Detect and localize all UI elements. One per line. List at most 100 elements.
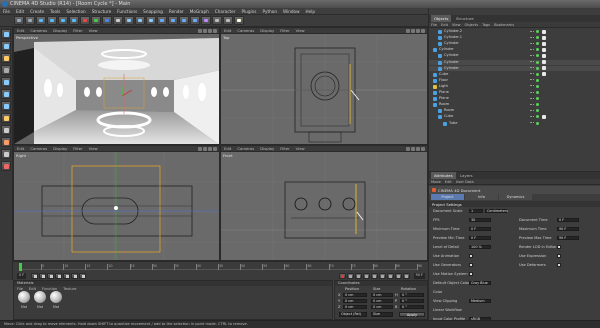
zoom-icon[interactable] <box>203 29 207 33</box>
attr-menu-edit[interactable]: Edit <box>443 179 454 185</box>
visibility-dots[interactable] <box>530 122 534 124</box>
prev-key-icon[interactable] <box>39 273 47 279</box>
coord-size-field[interactable]: 0 cm <box>371 292 393 297</box>
polygons-mode-icon[interactable] <box>1 101 11 111</box>
visibility-dots[interactable] <box>530 109 534 112</box>
orbit-icon[interactable] <box>208 29 212 33</box>
next-frame-icon[interactable] <box>63 273 71 279</box>
zoom-icon[interactable] <box>411 29 415 33</box>
menu-edit[interactable]: Edit <box>13 8 27 15</box>
end-frame-field[interactable]: 90 F <box>413 273 425 279</box>
pan-icon[interactable] <box>406 147 410 151</box>
attr-checkbox-2[interactable] <box>557 254 561 258</box>
attr-checkbox[interactable] <box>469 272 473 276</box>
object-row[interactable]: Room <box>429 102 600 108</box>
coord-size-field[interactable]: 0 cm <box>371 304 393 309</box>
attr-checkbox[interactable] <box>469 254 473 258</box>
object-row[interactable]: Floor <box>429 78 600 84</box>
undo-icon[interactable] <box>14 16 24 25</box>
pan-icon[interactable] <box>198 29 202 33</box>
enabled-check[interactable] <box>536 36 539 40</box>
material-tag-icon[interactable] <box>542 72 546 77</box>
attr-value-field[interactable]: 100 % <box>469 244 491 249</box>
camera-icon[interactable] <box>223 16 233 25</box>
menu-create[interactable]: Create <box>27 8 47 15</box>
timeline-ruler[interactable]: 051015202530354045505560657075808590 <box>19 263 422 271</box>
schematic-icon[interactable] <box>402 273 410 279</box>
attr-unit-field[interactable]: Centimeters <box>485 208 508 213</box>
go-to-end-icon[interactable] <box>79 273 87 279</box>
enabled-check[interactable] <box>536 66 539 70</box>
enabled-check[interactable] <box>536 97 539 101</box>
orbit-icon[interactable] <box>416 29 420 33</box>
current-frame-field[interactable]: 0 F <box>17 273 27 279</box>
om-menu-bookmarks[interactable]: Bookmarks <box>492 22 516 28</box>
object-row[interactable]: Cylinder.2 <box>429 29 600 35</box>
orbit-icon[interactable] <box>208 147 212 151</box>
om-menu-tags[interactable]: Tags <box>480 22 492 28</box>
select-icon[interactable] <box>69 16 79 25</box>
subtab-info[interactable]: Info <box>465 194 498 200</box>
enabled-check[interactable] <box>536 115 539 119</box>
scale-icon[interactable] <box>58 16 68 25</box>
enabled-check[interactable] <box>536 91 539 94</box>
tab-attributes[interactable]: Attributes <box>431 172 456 179</box>
subtab-project-settings[interactable]: Project Settings <box>431 194 464 205</box>
menu-file[interactable]: File <box>0 8 13 15</box>
visibility-dots[interactable] <box>530 97 534 100</box>
enabled-check[interactable] <box>536 103 539 107</box>
menu-selection[interactable]: Selection <box>63 8 88 15</box>
prev-frame-icon[interactable] <box>47 273 55 279</box>
enabled-check[interactable] <box>536 54 539 58</box>
menu-window[interactable]: Window <box>280 8 303 15</box>
zoom-icon[interactable] <box>203 147 207 151</box>
menu-plugins[interactable]: Plugins <box>238 8 259 15</box>
menu-functions[interactable]: Functions <box>114 8 140 15</box>
coord-mode-dropdown[interactable]: Object (Rel) <box>339 312 367 317</box>
render-view-icon[interactable] <box>124 16 134 25</box>
om-menu-file[interactable]: File <box>429 22 439 28</box>
light-icon[interactable] <box>234 16 244 25</box>
deformer-icon[interactable] <box>201 16 211 25</box>
enabled-check[interactable] <box>536 78 539 82</box>
viewport-front[interactable]: Edit Cameras Display Filter View Front <box>220 145 428 261</box>
menu-character[interactable]: Character <box>212 8 239 15</box>
attr-checkbox[interactable] <box>469 263 473 267</box>
coord-position-field[interactable]: 0 cm <box>343 298 367 303</box>
redo-icon[interactable] <box>25 16 35 25</box>
attr-value-field[interactable]: Gray Blue <box>469 280 491 285</box>
render-pv-icon[interactable] <box>135 16 145 25</box>
om-menu-view[interactable]: View <box>450 22 463 28</box>
visibility-dots[interactable] <box>530 73 534 75</box>
tab-structure[interactable]: Structure <box>453 15 477 22</box>
array-icon[interactable] <box>190 16 200 25</box>
rotate-icon[interactable] <box>47 16 57 25</box>
object-row[interactable]: Cylinder <box>429 53 600 59</box>
maximize-icon[interactable] <box>213 147 217 151</box>
object-row[interactable]: Plane <box>429 96 600 102</box>
material-tag-icon[interactable] <box>542 29 546 34</box>
object-row[interactable]: Cube <box>429 114 600 120</box>
attr-checkbox-2[interactable] <box>557 245 561 249</box>
tab-layers[interactable]: Layers <box>457 172 476 179</box>
enabled-check[interactable] <box>536 84 539 88</box>
object-row[interactable]: Room <box>429 108 600 114</box>
cube-icon[interactable] <box>157 16 167 25</box>
tweak-mode-icon[interactable] <box>1 125 11 135</box>
viewport-top[interactable]: Edit Cameras Display Filter View Top <box>220 27 428 145</box>
visibility-dots[interactable] <box>530 103 534 106</box>
workplane-lock-icon[interactable] <box>1 149 11 159</box>
visibility-dots[interactable] <box>530 61 534 63</box>
next-key-icon[interactable] <box>71 273 79 279</box>
attr-value-field[interactable]: Medium <box>469 298 491 303</box>
object-row[interactable]: Cube <box>429 72 600 78</box>
coord-rotation-field[interactable]: 0 ° <box>400 304 424 309</box>
move-icon[interactable] <box>36 16 46 25</box>
attr-value-field-2[interactable]: 0 F <box>557 217 579 222</box>
enabled-check[interactable] <box>536 109 539 113</box>
axis-mode-icon[interactable] <box>1 113 11 123</box>
visibility-dots[interactable] <box>530 42 534 45</box>
material-tag-icon[interactable] <box>542 66 546 71</box>
om-menu-objects[interactable]: Objects <box>463 22 481 28</box>
render-settings-icon[interactable] <box>146 16 156 25</box>
